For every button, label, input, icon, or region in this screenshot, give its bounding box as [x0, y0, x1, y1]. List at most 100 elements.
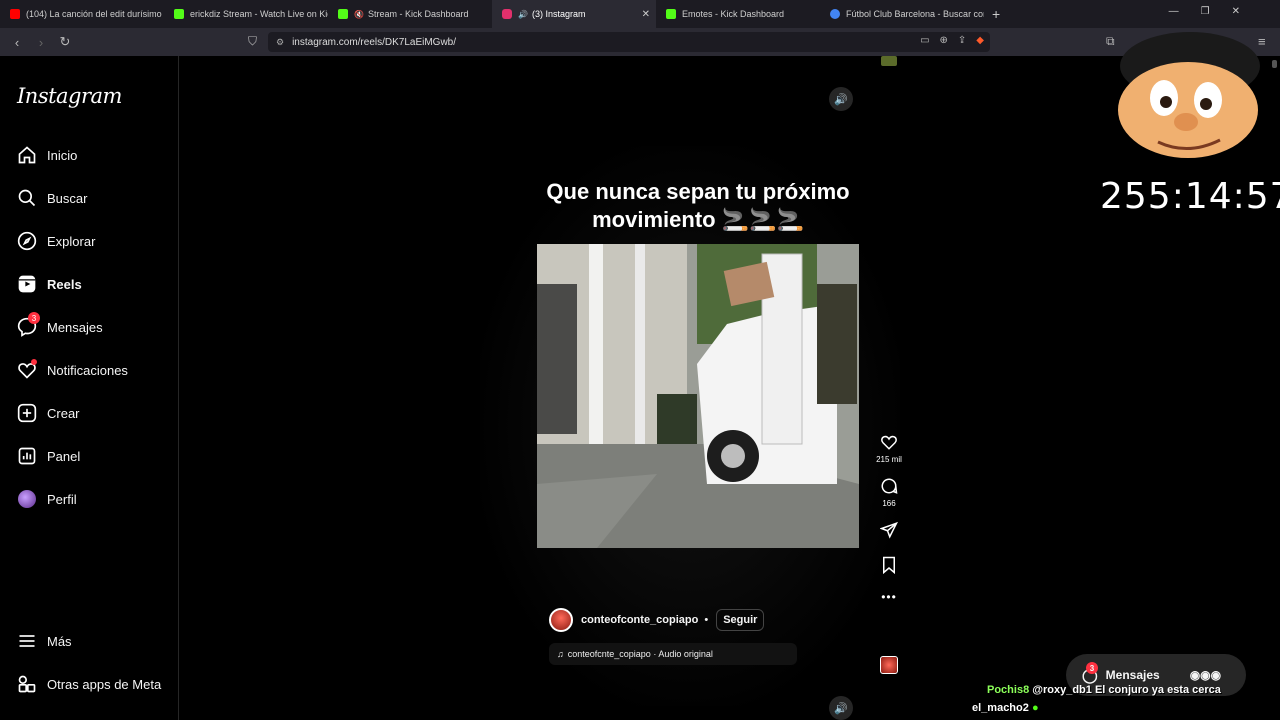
restore-icon[interactable]: ❐ — [1201, 6, 1210, 17]
streamer-overlay-face — [1110, 28, 1270, 168]
sidebar-item-label: Crear — [47, 405, 80, 421]
browser-tab[interactable]: Fútbol Club Barcelona - Buscar con G — [820, 0, 984, 28]
chat-username: el_macho2 — [972, 702, 1029, 714]
sidebar-item-label: Perfil — [47, 491, 77, 507]
zoom-icon[interactable]: ⊕ — [940, 35, 948, 46]
browser-tab[interactable]: 🔇 Stream - Kick Dashboard — [328, 0, 492, 28]
sidebar-item-perfil[interactable]: Perfil — [17, 488, 77, 510]
audio-attribution[interactable]: ♫ conteofcnte_copiapo · Audio original — [549, 643, 797, 665]
chat-message: el_macho2 ● — [972, 699, 1221, 717]
sidebar-item-mensajes[interactable]: 3 Mensajes — [17, 312, 103, 338]
instagram-icon — [502, 9, 512, 19]
close-tab-icon[interactable]: ✕ — [642, 9, 650, 20]
music-note-icon: ♫ — [557, 649, 564, 659]
brave-shield-icon[interactable]: ◆ — [976, 35, 984, 46]
comment-action[interactable]: 166 — [870, 476, 908, 508]
url-field[interactable]: ⚙ instagram.com/reels/DK7LaEiMGwb/ ▭ ⊕ ⇪… — [268, 32, 990, 52]
reload-icon[interactable]: ↻ — [58, 34, 72, 50]
audio-toggle-icon-next[interactable]: 🔊 — [829, 696, 853, 720]
messages-label: Mensajes — [1105, 668, 1160, 682]
url-text: instagram.com/reels/DK7LaEiMGwb/ — [292, 36, 457, 48]
sidebar-item-meta-apps[interactable]: Otras apps de Meta — [17, 673, 161, 695]
reel-video[interactable] — [537, 244, 859, 548]
sidebar-item-inicio[interactable]: Inicio — [17, 144, 77, 166]
forward-icon[interactable]: › — [34, 35, 48, 50]
heart-icon[interactable] — [880, 432, 898, 452]
like-action[interactable]: 215 mil — [870, 432, 908, 464]
reel-author: conteofconte_copiapo • Seguir — [549, 608, 765, 632]
sidebar-item-buscar[interactable]: Buscar — [17, 187, 87, 209]
author-avatar[interactable] — [549, 608, 573, 632]
tab-title: Emotes - Kick Dashboard — [682, 9, 785, 19]
instagram-logo[interactable]: Instagram — [17, 84, 122, 108]
like-count: 215 mil — [876, 455, 902, 464]
share-icon[interactable]: ⇪ — [958, 35, 966, 46]
sidebar-item-crear[interactable]: Crear — [17, 402, 80, 424]
browser-tab[interactable]: Emotes - Kick Dashboard — [656, 0, 820, 28]
new-tab-button[interactable]: + — [992, 6, 1000, 22]
google-icon — [830, 9, 840, 19]
scrollbar[interactable] — [1272, 60, 1277, 68]
speaker-icon[interactable]: 🔊 — [518, 10, 528, 19]
messenger-icon: 3 — [17, 312, 40, 337]
tab-title: (104) La canción del edit durísimo de — [26, 9, 164, 19]
tab-title: erickdiz Stream - Watch Live on Kick — [190, 9, 328, 19]
audio-label: conteofcnte_copiapo · Audio original — [567, 649, 713, 659]
sidebar-item-label: Reels — [47, 276, 82, 292]
search-icon — [17, 188, 37, 208]
sidebar-item-notificaciones[interactable]: Notificaciones — [17, 359, 128, 381]
chat-text: @roxy_db1 El conjuro ya esta cerca — [1032, 684, 1221, 696]
follow-button[interactable]: Seguir — [716, 609, 765, 631]
back-icon[interactable]: ‹ — [10, 35, 24, 50]
separator-dot: • — [704, 614, 709, 626]
plus-square-icon — [17, 403, 37, 423]
sidebar-item-panel[interactable]: Panel — [17, 445, 80, 467]
notification-dot — [31, 359, 37, 365]
muted-speaker-icon[interactable]: 🔇 — [354, 10, 364, 19]
sidebar-item-label: Buscar — [47, 190, 88, 206]
sidebar-item-label: Notificaciones — [47, 362, 128, 378]
audio-toggle-icon[interactable]: 🔊 — [829, 87, 853, 111]
kick-icon — [338, 9, 348, 19]
browser-tab-active[interactable]: 🔊 (3) Instagram ✕ — [492, 0, 656, 28]
sidebar-item-label: Más — [47, 633, 72, 649]
send-icon[interactable] — [880, 520, 898, 540]
author-username[interactable]: conteofconte_copiapo — [581, 614, 698, 626]
chart-icon — [17, 446, 37, 466]
chat-message: Pochis8 @roxy_db1 El conjuro ya esta cer… — [987, 681, 1221, 699]
tab-title: Fútbol Club Barcelona - Buscar con G — [846, 9, 984, 19]
tab-title: Stream - Kick Dashboard — [367, 9, 469, 19]
avatar — [17, 489, 37, 509]
window-controls: — ❐ ✕ — [1169, 6, 1240, 17]
heart-icon — [17, 359, 37, 380]
browser-tab[interactable]: erickdiz Stream - Watch Live on Kick — [164, 0, 328, 28]
messages-badge: 3 — [1086, 662, 1098, 674]
sidebar-item-label: Explorar — [47, 233, 96, 249]
share-action[interactable] — [870, 520, 908, 543]
comment-icon[interactable] — [880, 476, 898, 496]
site-info-icon[interactable]: ⚙ — [276, 37, 284, 48]
sidebar-item-label: Otras apps de Meta — [47, 676, 162, 692]
hamburger-icon — [17, 631, 37, 651]
screen-icon[interactable]: ▭ — [920, 35, 929, 46]
comment-count: 166 — [882, 499, 896, 508]
bookmark-icon[interactable]: ⛉ — [248, 34, 257, 49]
notification-badge: 3 — [28, 312, 40, 324]
apps-grid-icon — [17, 674, 37, 694]
audio-thumbnail[interactable] — [880, 656, 898, 674]
more-options-icon[interactable]: ••• — [870, 590, 908, 604]
save-action[interactable] — [870, 555, 908, 578]
compass-icon — [17, 231, 37, 251]
previous-reel-thumbnail[interactable] — [881, 56, 897, 66]
stream-chat: Pochis8 @roxy_db1 El conjuro ya esta cer… — [972, 681, 1221, 717]
browser-tab[interactable]: (104) La canción del edit durísimo de — [0, 0, 164, 28]
reel-actions: 215 mil 166 ••• — [870, 432, 908, 604]
sidebar-item-mas[interactable]: Más — [17, 630, 72, 652]
sidebar-item-explorar[interactable]: Explorar — [17, 230, 95, 252]
sidebar-item-reels[interactable]: Reels — [17, 273, 82, 295]
stream-timer: 255:14:57 — [1100, 176, 1280, 217]
minimize-icon[interactable]: — — [1169, 6, 1179, 17]
close-window-icon[interactable]: ✕ — [1232, 6, 1240, 17]
chat-username: Pochis8 — [987, 684, 1030, 696]
bookmark-icon[interactable] — [881, 555, 897, 575]
